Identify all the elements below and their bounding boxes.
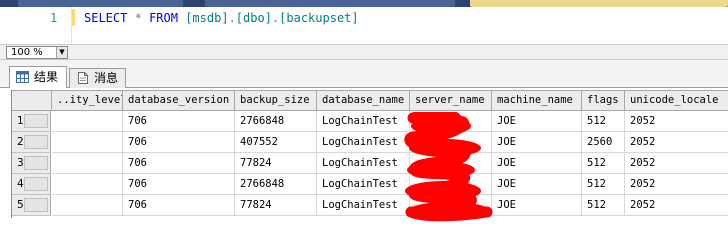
grid-cell[interactable]: 2052 (625, 132, 728, 153)
tab-results-label: 结果 (34, 70, 59, 84)
identifier-table: [backupset] (279, 11, 359, 25)
grid-cell[interactable]: 2052 (625, 195, 728, 216)
grid-cell[interactable]: LogChainTest (317, 174, 410, 195)
grid-cell[interactable] (410, 174, 492, 195)
results-grid[interactable]: ..ity_level database_version backup_size… (11, 90, 728, 218)
column-header-ity-level[interactable]: ..ity_level (52, 90, 123, 111)
grid-corner-header[interactable] (12, 90, 52, 111)
grid-cell[interactable]: JOE (492, 174, 582, 195)
zoom-bar: 100 % ▼ (0, 44, 728, 60)
operator-star: * (134, 11, 142, 25)
grid-cell[interactable]: LogChainTest (317, 153, 410, 174)
grid-cell[interactable] (410, 153, 492, 174)
grid-cell[interactable]: 2052 (625, 174, 728, 195)
row-header[interactable]: 2 (12, 132, 51, 153)
grid-cell[interactable]: 512 (582, 174, 625, 195)
row-header[interactable]: 4 (12, 174, 51, 195)
keyword-select: SELECT (84, 11, 128, 25)
document-tab-strip (0, 0, 728, 7)
editor-gutter (0, 7, 72, 44)
sql-code-line[interactable]: SELECT * FROM [msdb].[dbo].[backupset] (84, 11, 359, 25)
grid-cell[interactable] (52, 195, 123, 216)
row-header[interactable]: 1 (12, 111, 51, 132)
grid-cell[interactable] (52, 132, 123, 153)
grid-cell[interactable]: 706 (123, 153, 235, 174)
identifier-schema: [dbo] (235, 11, 272, 25)
column-header-server-name[interactable]: server_name (410, 90, 492, 111)
row-selector (24, 114, 48, 128)
grid-cell[interactable] (52, 153, 123, 174)
grid-cell[interactable] (410, 132, 492, 153)
tab-results[interactable]: 结果 (9, 66, 67, 89)
grid-cell[interactable]: 2052 (625, 153, 728, 174)
document-tab[interactable] (18, 0, 183, 7)
column-header-flags[interactable]: flags (582, 90, 625, 111)
grid-cell[interactable]: LogChainTest (317, 132, 410, 153)
column-header-backup-size[interactable]: backup_size (235, 90, 317, 111)
chevron-down-icon[interactable]: ▼ (56, 47, 67, 58)
document-icon (78, 72, 88, 84)
grid-cell[interactable] (52, 111, 123, 132)
grid-cell[interactable] (410, 195, 492, 216)
grid-cell[interactable]: 2766848 (235, 111, 317, 132)
document-tab-active[interactable] (470, 0, 728, 7)
row-selector (24, 135, 48, 149)
results-pane: ..ity_level database_version backup_size… (0, 88, 728, 243)
row-selector (24, 156, 48, 170)
grid-cell[interactable]: 512 (582, 195, 625, 216)
grid-cell[interactable]: 2560 (582, 132, 625, 153)
grid-icon (16, 71, 29, 83)
grid-cell[interactable]: 2052 (625, 111, 728, 132)
grid-cell[interactable]: 706 (123, 132, 235, 153)
column-header-database-name[interactable]: database_name (317, 90, 410, 111)
tab-messages-label: 消息 (94, 71, 119, 85)
grid-cell[interactable]: 2766848 (235, 174, 317, 195)
identifier-database: [msdb] (185, 11, 229, 25)
results-tab-bar: 结果 消息 (0, 60, 728, 89)
document-tab[interactable] (205, 0, 455, 7)
grid-cell[interactable]: JOE (492, 111, 582, 132)
column-header-database-version[interactable]: database_version (123, 90, 235, 111)
grid-cell[interactable]: 706 (123, 174, 235, 195)
dot-separator: . (228, 11, 236, 25)
zoom-select[interactable]: 100 % ▼ (6, 46, 68, 59)
grid-cell[interactable]: 706 (123, 195, 235, 216)
grid-cell[interactable]: LogChainTest (317, 195, 410, 216)
row-selector (24, 198, 48, 212)
tab-messages[interactable]: 消息 (69, 68, 126, 88)
grid-cell[interactable]: 706 (123, 111, 235, 132)
grid-cell[interactable]: 512 (582, 153, 625, 174)
grid-cell[interactable]: LogChainTest (317, 111, 410, 132)
line-number: 1 (50, 11, 58, 25)
column-header-machine-name[interactable]: machine_name (492, 90, 582, 111)
row-selector (24, 177, 48, 191)
grid-cell[interactable]: JOE (492, 195, 582, 216)
change-indicator (72, 9, 75, 26)
grid-cell[interactable] (52, 174, 123, 195)
grid-cell[interactable]: 77824 (235, 195, 317, 216)
query-editor[interactable]: 1 SELECT * FROM [msdb].[dbo].[backupset] (0, 7, 728, 44)
grid-cell[interactable] (410, 111, 492, 132)
grid-cell[interactable]: 77824 (235, 153, 317, 174)
keyword-from: FROM (149, 11, 178, 25)
grid-cell[interactable]: 407552 (235, 132, 317, 153)
zoom-value: 100 % (11, 47, 43, 58)
grid-cell[interactable]: JOE (492, 132, 582, 153)
column-header-unicode-locale[interactable]: unicode_locale (625, 90, 728, 111)
grid-cell[interactable]: 512 (582, 111, 625, 132)
grid-cell[interactable]: JOE (492, 153, 582, 174)
row-header[interactable]: 5 (12, 195, 51, 216)
row-header[interactable]: 3 (12, 153, 51, 174)
